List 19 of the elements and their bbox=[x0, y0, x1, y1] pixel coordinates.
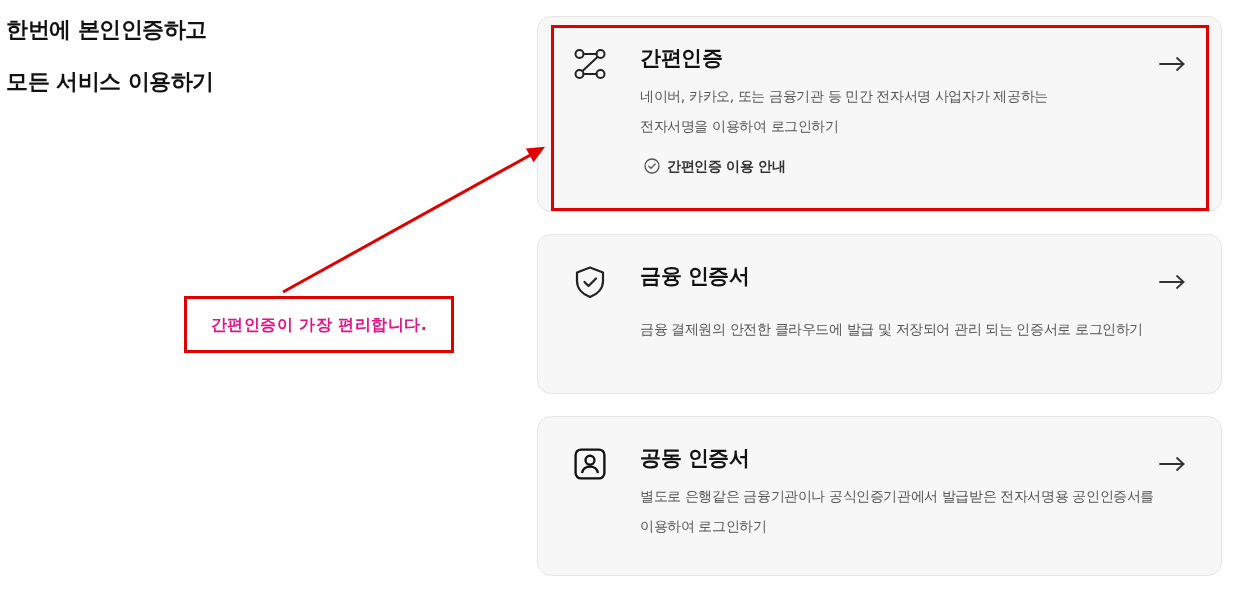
auth-option-card[interactable]: 간편인증 네이버, 카카오, 또는 금융기관 등 민간 전자서명 사업자가 제공하는 전자서명을 이용하여 로그인하기 간편인증 이용 안내 bbox=[537, 16, 1222, 212]
option-title: 공동 인증서 bbox=[640, 445, 750, 472]
option-title: 간편인증 bbox=[640, 45, 722, 72]
option-title: 금융 인증서 bbox=[640, 263, 750, 290]
arrow-right-icon bbox=[1159, 275, 1185, 289]
arrow-right-icon bbox=[1159, 57, 1185, 71]
page-headline: 한번에 본인인증하고 모든 서비스 이용하기 bbox=[6, 16, 215, 96]
auth-option-card[interactable]: 공동 인증서 별도로 은행같은 금융기관이나 공식인증기관에서 발급받은 전자서명용 공인인증서를 이용하여 로그인하기 bbox=[537, 416, 1222, 576]
option-description: 별도로 은행같은 금융기관이나 공식인증기관에서 발급받은 전자서명용 공인인증서를 이용하여 로그인하기 bbox=[640, 487, 1154, 536]
callout-note: 간편인증이 가장 편리합니다. bbox=[184, 296, 454, 353]
check-circle-icon bbox=[644, 158, 660, 174]
connected-nodes-icon bbox=[574, 48, 606, 80]
option-description: 금융 결제원의 안전한 클라우드에 발급 및 저장되어 관리 되는 인증서로 로그인하기 bbox=[640, 320, 1143, 339]
auth-option-card[interactable]: 금융 인증서 금융 결제원의 안전한 클라우드에 발급 및 저장되어 관리 되는 인증서로 로그인하기 bbox=[537, 234, 1222, 394]
option-description: 네이버, 카카오, 또는 금융기관 등 민간 전자서명 사업자가 제공하는 전자서명을 이용하여 로그인하기 bbox=[640, 87, 1048, 136]
person-square-icon bbox=[574, 448, 606, 480]
arrow-right-icon bbox=[1159, 457, 1185, 471]
guide-link[interactable]: 간편인증 이용 안내 bbox=[644, 155, 786, 177]
shield-check-icon bbox=[574, 266, 606, 298]
